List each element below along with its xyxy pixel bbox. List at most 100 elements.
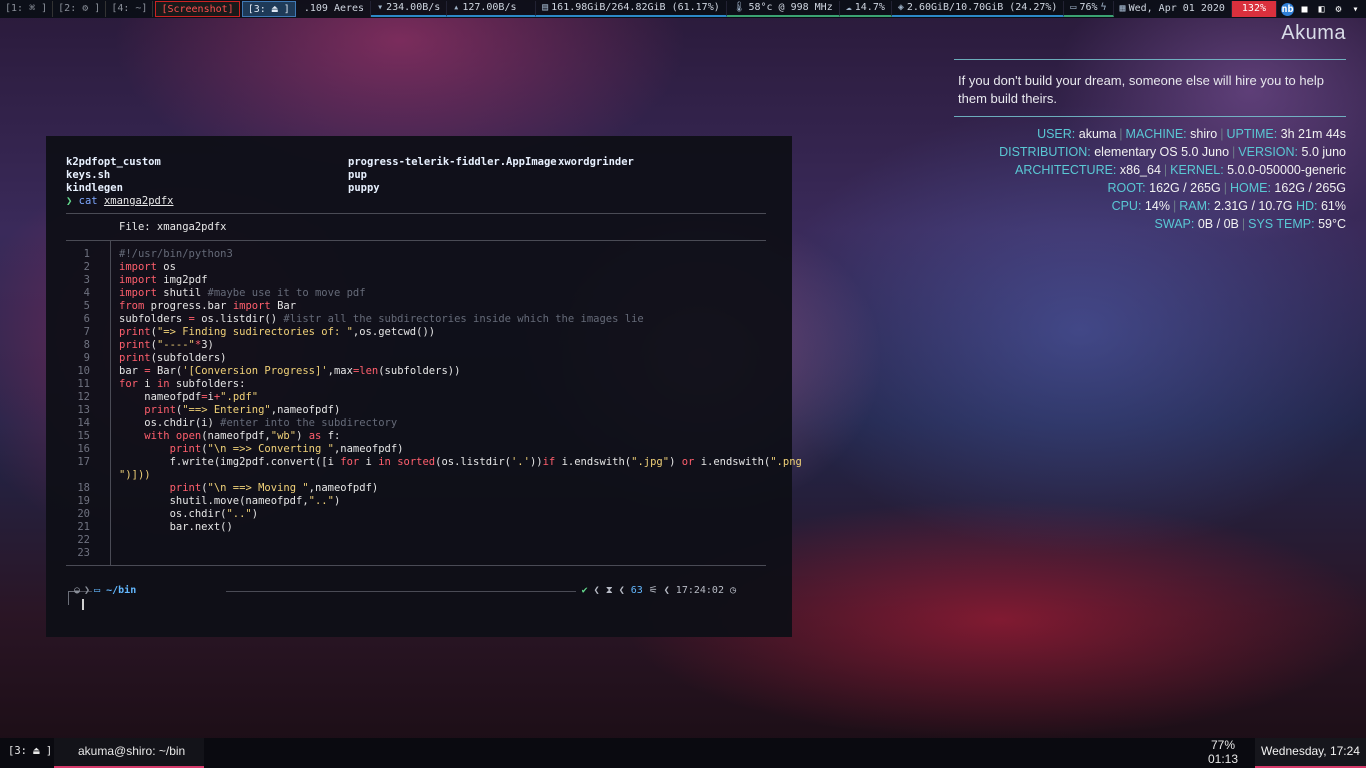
taskbar-window-terminal[interactable]: akuma@shiro: ~/bin bbox=[54, 738, 204, 768]
command-line: ❯ cat xmanga2pdfx bbox=[66, 195, 174, 208]
ls-row: k2pdfopt_custom progress-telerik-fiddler… bbox=[66, 156, 766, 169]
line-number: 6 bbox=[83, 313, 90, 325]
screenshot-workspace[interactable]: [Screenshot] bbox=[155, 1, 240, 17]
chevron-left-icon: ❮ bbox=[663, 585, 670, 596]
code-text: print("----"*3) bbox=[119, 339, 214, 351]
status-count: 63 bbox=[630, 585, 643, 596]
bat-bottom-rule bbox=[66, 565, 766, 566]
ls-entry: progress-telerik-fiddler.AppImage bbox=[348, 156, 557, 168]
code-line: 3 import img2pdf bbox=[66, 274, 776, 287]
taskbar-battery[interactable]: 77% 01:13 bbox=[1198, 738, 1248, 768]
workspace-2[interactable]: [2: ⚙ ] bbox=[53, 1, 107, 17]
conky-divider-top bbox=[954, 59, 1346, 60]
code-line: 20 os.chdir("..") bbox=[66, 508, 776, 521]
workspace-1[interactable]: [1: ⌘ ] bbox=[0, 1, 54, 17]
conky-row-user: USER: akuma | MACHINE: shiro | UPTIME: 3h 21… bbox=[1037, 127, 1346, 141]
home-value: 162G / 265G bbox=[1274, 181, 1346, 195]
code-listing: 1 #!/usr/bin/python3 2 import os 3 import img… bbox=[66, 248, 802, 560]
code-line: 14 os.chdir(i) #enter into the subdirect… bbox=[66, 417, 776, 430]
hourglass-icon: ⧗ bbox=[605, 585, 613, 596]
hd-label: HD: bbox=[1295, 199, 1318, 213]
code-text: bar = Bar('[Conversion Progress]',max=le… bbox=[119, 365, 461, 377]
tray-app-icon[interactable]: nb bbox=[1281, 2, 1294, 16]
code-line: 1 #!/usr/bin/python3 bbox=[66, 248, 776, 261]
code-line: 19 shutil.move(nameofpdf,"..") bbox=[66, 495, 776, 508]
ram-usage-text: 2.60GiB/10.70GiB (24.27%) bbox=[906, 2, 1058, 13]
clock-icon: ◷ bbox=[729, 585, 736, 596]
ls-entry: xwordgrinder bbox=[558, 156, 634, 168]
ram-value: 2.31G / 10.7G bbox=[1213, 199, 1293, 213]
tray-wifi-icon[interactable]: ▾ bbox=[1349, 3, 1362, 16]
clock-text: Wednesday, 17:24 bbox=[1261, 744, 1360, 758]
ls-entry: keys.sh bbox=[66, 169, 111, 181]
battery-text: 76% bbox=[1079, 2, 1098, 13]
line-number: 1 bbox=[83, 248, 90, 260]
cpu-label: CPU: bbox=[1111, 199, 1142, 213]
ram-label: RAM: bbox=[1179, 199, 1211, 213]
upload-speed-text: 127.00B/s bbox=[462, 2, 517, 13]
command-argument: xmanga2pdfx bbox=[103, 195, 174, 207]
bottom-taskbar: [3: ⏏ ] akuma@shiro: ~/bin 77% 01:13 Wed… bbox=[0, 738, 1366, 768]
workspace-4[interactable]: [4: ~] bbox=[106, 1, 154, 17]
terminal-window[interactable]: k2pdfopt_custom progress-telerik-fiddler… bbox=[46, 136, 802, 637]
code-text: shutil.move(nameofpdf,"..") bbox=[119, 495, 341, 507]
line-number: 2 bbox=[83, 261, 90, 273]
code-text: os.chdir(i) #enter into the subdirectory bbox=[119, 417, 398, 429]
code-text: import img2pdf bbox=[119, 274, 208, 286]
volume-text: 132% bbox=[1241, 3, 1266, 14]
code-text: print("=> Finding sudirectories of: ",os… bbox=[119, 326, 436, 338]
ls-entry: k2pdfopt_custom bbox=[66, 156, 161, 168]
prompt-rule-middle bbox=[226, 591, 576, 592]
code-text: f.write(img2pdf.convert([i for i in sort… bbox=[119, 456, 802, 468]
line-number: 7 bbox=[83, 326, 90, 338]
conky-divider-bottom bbox=[954, 116, 1346, 117]
chevron-left-icon: ❮ bbox=[618, 585, 625, 596]
code-line: 18 print("\n ==> Moving ",nameofpdf) bbox=[66, 482, 776, 495]
download-speed-text: 234.00B/s bbox=[386, 2, 441, 13]
conky-hostname: Akuma bbox=[1281, 22, 1346, 44]
battery-icon: ▭ bbox=[1070, 2, 1077, 13]
network-name-text: .109 Aeres bbox=[303, 3, 365, 14]
code-line: 7 print("=> Finding sudirectories of: ",o… bbox=[66, 326, 776, 339]
distro-label: DISTRIBUTION: bbox=[999, 145, 1091, 159]
code-text: with open(nameofpdf,"wb") as f: bbox=[144, 430, 341, 442]
date-text: Wed, Apr 01 2020 bbox=[1128, 3, 1225, 14]
code-line: 10 bar = Bar('[Conversion Progress]',max=… bbox=[66, 365, 776, 378]
chevron-left-icon: ❮ bbox=[593, 585, 600, 596]
text-cursor[interactable] bbox=[82, 599, 84, 610]
tray-clipboard-icon[interactable]: ◧ bbox=[1315, 3, 1328, 16]
date-display[interactable]: ▦ Wed, Apr 01 2020 bbox=[1114, 1, 1232, 17]
line-number: 4 bbox=[83, 287, 90, 299]
user-value: akuma bbox=[1078, 127, 1117, 141]
code-line: 5 from progress.bar import Bar bbox=[66, 300, 776, 313]
uptime-label: UPTIME: bbox=[1226, 127, 1278, 141]
kernel-label: KERNEL: bbox=[1170, 163, 1224, 177]
workspace-3-active[interactable]: [3: ⏏ ] bbox=[241, 1, 296, 17]
taskbar-clock[interactable]: Wednesday, 17:24 bbox=[1255, 738, 1366, 768]
line-number: 14 bbox=[77, 417, 90, 429]
conky-row-arch: ARCHITECTURE: x86_64 | KERNEL: 5.0.0-05000… bbox=[1015, 163, 1346, 177]
task-title: akuma@shiro: ~/bin bbox=[78, 744, 186, 758]
code-text: for i in subfolders: bbox=[119, 378, 246, 390]
code-line: 8 print("----"*3) bbox=[66, 339, 776, 352]
code-text: subfolders = os.listdir() #listr all the… bbox=[119, 313, 644, 325]
disk-icon: ▤ bbox=[542, 2, 549, 13]
os-logo-icon: ◒ bbox=[74, 585, 81, 596]
top-panel: [1: ⌘ ] [2: ⚙ ] [4: ~] [Screenshot] [3: … bbox=[0, 0, 1366, 18]
code-line: 2 import os bbox=[66, 261, 776, 274]
line-number: 9 bbox=[83, 352, 90, 364]
volume-indicator[interactable]: 132% bbox=[1231, 1, 1277, 17]
tray-settings-icon[interactable]: ⚙ bbox=[1332, 3, 1345, 16]
cpu-load-text: 14.7% bbox=[854, 2, 885, 13]
cpu-temperature: 🌡 58°c @ 998 MHz bbox=[726, 1, 840, 17]
network-name: .109 Aeres bbox=[298, 1, 372, 17]
user-label: USER: bbox=[1037, 127, 1076, 141]
code-text: import shutil #maybe use it to move pdf bbox=[119, 287, 366, 299]
taskbar-workspace[interactable]: [3: ⏏ ] bbox=[0, 738, 60, 768]
code-line: 15 with open(nameofpdf,"wb") as f: bbox=[66, 430, 776, 443]
command-name: cat bbox=[78, 195, 98, 207]
battery-percent: 77% bbox=[1210, 738, 1236, 752]
charging-bolt-icon: ϟ bbox=[1100, 2, 1107, 13]
tray-window-icon[interactable]: ■ bbox=[1298, 3, 1311, 16]
conky-quote: If you don't build your dream, someone e… bbox=[958, 73, 1324, 106]
